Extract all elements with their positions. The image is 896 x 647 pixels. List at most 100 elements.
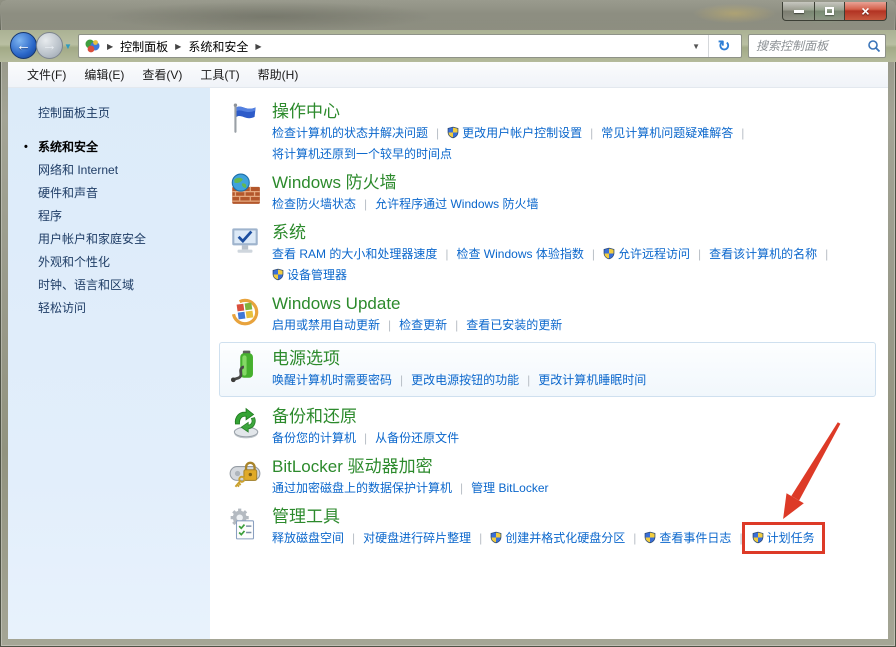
task-link[interactable]: 将计算机还原到一个较早的时间点 bbox=[272, 147, 452, 161]
sidebar-item[interactable]: 网络和 Internet bbox=[38, 164, 210, 177]
separator: | bbox=[364, 197, 367, 211]
section-title-backup-restore[interactable]: 备份和还原 bbox=[272, 405, 878, 428]
task-link[interactable]: 更改电源按钮的功能 bbox=[411, 373, 519, 387]
back-icon: ← bbox=[16, 37, 31, 54]
task-link[interactable]: 对硬盘进行碎片整理 bbox=[363, 531, 471, 545]
search-box[interactable] bbox=[748, 34, 886, 58]
task-link-row: 启用或禁用自动更新|检查更新|查看已安装的更新 bbox=[272, 315, 878, 336]
sidebar-item-label: 系统和安全 bbox=[38, 140, 98, 154]
section-title-action-center[interactable]: 操作中心 bbox=[272, 100, 878, 123]
back-button[interactable]: ← bbox=[10, 32, 37, 59]
task-link[interactable]: 查看 RAM 的大小和处理器速度 bbox=[272, 247, 437, 261]
task-link[interactable]: 备份您的计算机 bbox=[272, 431, 356, 445]
sidebar-item[interactable]: •系统和安全 bbox=[38, 141, 210, 154]
sidebar-item[interactable]: 时钟、语言和区域 bbox=[38, 279, 210, 292]
separator: | bbox=[741, 126, 744, 140]
breadcrumb-item[interactable]: 系统和安全 bbox=[188, 38, 248, 55]
task-link[interactable]: 通过加密磁盘上的数据保护计算机 bbox=[272, 481, 452, 495]
section-action-center: 操作中心检查计算机的状态并解决问题 | 更改用户帐户控制设置 | 常见计算机问题疑难解答… bbox=[228, 100, 878, 165]
task-link[interactable]: 查看该计算机的名称 bbox=[709, 247, 817, 261]
task-link[interactable]: 更改用户帐户控制设置 bbox=[447, 126, 582, 140]
task-link[interactable]: 查看已安装的更新 bbox=[466, 318, 562, 332]
uac-shield-icon bbox=[644, 531, 656, 544]
sidebar-item-label: 用户帐户和家庭安全 bbox=[38, 232, 146, 246]
admin-tools-icon bbox=[228, 507, 262, 541]
task-link[interactable]: 检查防火墙状态 bbox=[272, 197, 356, 211]
uac-shield-icon bbox=[603, 247, 615, 260]
sidebar-item-label: 时钟、语言和区域 bbox=[38, 278, 134, 292]
menu-bar: 文件(F)编辑(E)查看(V)工具(T)帮助(H) bbox=[8, 62, 888, 88]
task-link[interactable]: 管理 BitLocker bbox=[471, 481, 548, 495]
sidebar-item[interactable]: 用户帐户和家庭安全 bbox=[38, 233, 210, 246]
window-controls: × bbox=[782, 2, 887, 21]
task-link[interactable]: 创建并格式化硬盘分区 bbox=[490, 531, 625, 545]
task-link[interactable]: 启用或禁用自动更新 bbox=[272, 318, 380, 332]
task-link[interactable]: 唤醒计算机时需要密码 bbox=[272, 373, 392, 387]
system-icon bbox=[228, 223, 262, 257]
task-link[interactable]: 检查计算机的状态并解决问题 bbox=[272, 126, 428, 140]
section-backup-restore: 备份和还原备份您的计算机|从备份还原文件 bbox=[228, 405, 878, 449]
refresh-button[interactable]: ↻ bbox=[709, 37, 739, 55]
sidebar-item-label: 轻松访问 bbox=[38, 301, 86, 315]
search-input[interactable] bbox=[756, 39, 867, 53]
section-title-power-options[interactable]: 电源选项 bbox=[272, 347, 867, 370]
maximize-button[interactable] bbox=[815, 2, 845, 21]
task-link[interactable]: 更改计算机睡眠时间 bbox=[538, 373, 646, 387]
menu-item[interactable]: 帮助(H) bbox=[249, 63, 308, 86]
task-link[interactable]: 释放磁盘空间 bbox=[272, 531, 344, 545]
separator: | bbox=[590, 126, 593, 140]
minimize-button[interactable] bbox=[782, 2, 815, 21]
breadcrumb-item[interactable]: 控制面板 bbox=[120, 38, 168, 55]
sidebar-item-home[interactable]: 控制面板主页 bbox=[38, 104, 210, 121]
menu-item[interactable]: 查看(V) bbox=[133, 63, 191, 86]
bitlocker-icon bbox=[228, 457, 262, 491]
uac-shield-icon bbox=[272, 268, 284, 281]
task-link[interactable]: 设备管理器 bbox=[272, 268, 347, 282]
separator: | bbox=[436, 126, 439, 140]
task-link-row: 备份您的计算机|从备份还原文件 bbox=[272, 428, 878, 449]
section-title-system[interactable]: 系统 bbox=[272, 221, 878, 244]
sidebar-item[interactable]: 硬件和声音 bbox=[38, 187, 210, 200]
close-button[interactable]: × bbox=[845, 2, 887, 21]
sidebar-item[interactable]: 轻松访问 bbox=[38, 302, 210, 315]
section-title-windows-update[interactable]: Windows Update bbox=[272, 292, 878, 315]
content-area: 控制面板主页 •系统和安全网络和 Internet 硬件和声音程序用户帐户和家庭安… bbox=[8, 88, 888, 639]
section-title-bitlocker[interactable]: BitLocker 驱动器加密 bbox=[272, 455, 878, 478]
uac-shield-icon bbox=[447, 126, 459, 139]
sidebar-item[interactable]: 程序 bbox=[38, 210, 210, 223]
backup-icon bbox=[228, 407, 262, 441]
close-icon: × bbox=[861, 4, 869, 18]
task-link[interactable]: 检查 Windows 体验指数 bbox=[456, 247, 583, 261]
task-link[interactable]: 检查更新 bbox=[399, 318, 447, 332]
separator: | bbox=[460, 481, 463, 495]
section-windows-firewall: Windows 防火墙检查防火墙状态 | 允许程序通过 Windows 防火墙 bbox=[228, 171, 878, 215]
menu-item[interactable]: 文件(F) bbox=[18, 63, 75, 86]
forward-icon: → bbox=[42, 37, 57, 54]
section-title-windows-firewall[interactable]: Windows 防火墙 bbox=[272, 171, 878, 194]
sidebar-item-label: 网络和 Internet bbox=[38, 163, 118, 177]
flag-icon bbox=[228, 102, 262, 136]
separator: | bbox=[698, 247, 701, 261]
minimize-icon bbox=[794, 10, 804, 13]
task-link[interactable]: 允许远程访问 bbox=[603, 247, 690, 261]
task-link[interactable]: 计划任务 bbox=[742, 522, 825, 554]
task-link[interactable]: 常见计算机问题疑难解答 bbox=[601, 126, 733, 140]
menu-item[interactable]: 工具(T) bbox=[191, 63, 248, 86]
breadcrumb-arrow-icon: ▶ bbox=[175, 42, 181, 51]
menu-item[interactable]: 编辑(E) bbox=[75, 63, 133, 86]
task-link[interactable]: 允许程序通过 Windows 防火墙 bbox=[375, 197, 538, 211]
address-field[interactable]: ▶控制面板▶系统和安全▶ ▼ ↻ bbox=[78, 34, 742, 58]
separator: | bbox=[400, 373, 403, 387]
task-link[interactable]: 查看事件日志 bbox=[644, 531, 731, 545]
address-dropdown-icon[interactable]: ▼ bbox=[692, 42, 700, 51]
task-link-row: 将计算机还原到一个较早的时间点 bbox=[272, 144, 878, 165]
uac-shield-icon bbox=[752, 531, 764, 544]
title-bar-blurred bbox=[0, 0, 896, 30]
sidebar-item[interactable]: 外观和个性化 bbox=[38, 256, 210, 269]
recent-pages-chevron-icon[interactable]: ▼ bbox=[64, 42, 72, 51]
sidebar: 控制面板主页 •系统和安全网络和 Internet 硬件和声音程序用户帐户和家庭安… bbox=[8, 88, 210, 639]
breadcrumb-arrow-icon: ▶ bbox=[107, 42, 113, 51]
task-link[interactable]: 从备份还原文件 bbox=[375, 431, 459, 445]
section-admin-tools: 管理工具释放磁盘空间|对硬盘进行碎片整理|创建并格式化硬盘分区|查看事件日志|计… bbox=[228, 505, 878, 549]
forward-button[interactable]: → bbox=[36, 32, 63, 59]
